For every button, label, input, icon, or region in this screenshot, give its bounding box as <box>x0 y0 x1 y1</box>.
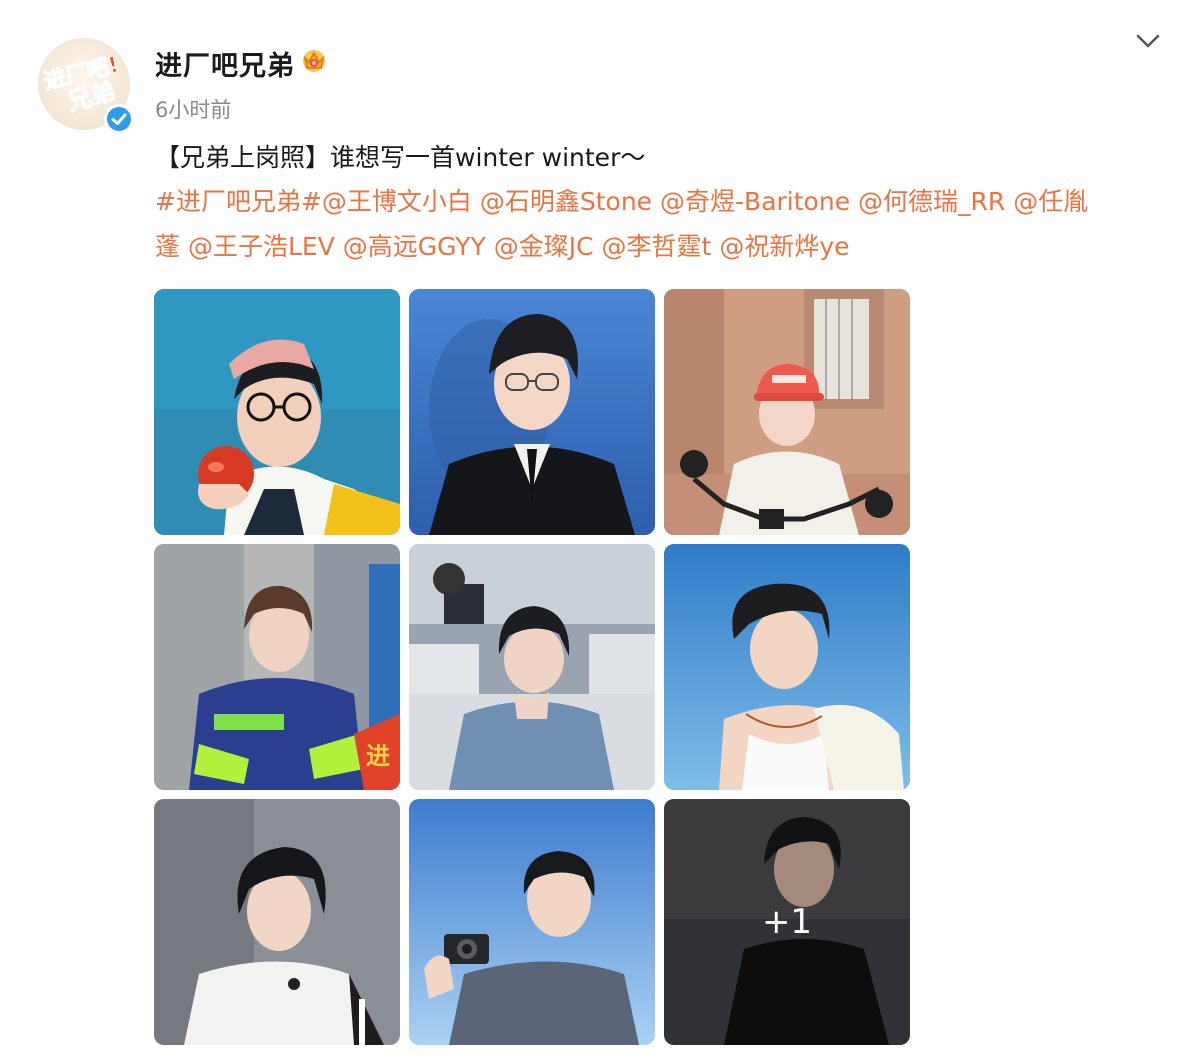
verified-check-icon <box>104 104 134 134</box>
photo-thumbnail[interactable] <box>664 544 910 790</box>
mention-link[interactable]: @石明鑫Stone <box>480 187 652 216</box>
more-photos-count: +1 <box>664 799 910 1045</box>
author-avatar[interactable]: 进厂吧! 兄弟 <box>38 38 134 134</box>
mention-link-continued[interactable]: 蓬 <box>155 232 180 261</box>
mention-link[interactable]: @金璨JC <box>494 232 594 261</box>
photo-thumbnail[interactable] <box>409 289 655 535</box>
mention-link[interactable]: @高远GGYY <box>343 232 486 261</box>
mention-link[interactable]: @李哲霆t <box>602 232 712 261</box>
photo-thumbnail[interactable] <box>409 799 655 1045</box>
mentions-line-2: 蓬 @王子浩LEV @高远GGYY @金璨JC @李哲霆t @祝新烨ye <box>155 232 850 262</box>
post-title: 【兄弟上岗照】谁想写一首winter winter～ <box>155 143 646 172</box>
mention-link[interactable]: @何德瑞_RR <box>858 187 1005 216</box>
mentions-line-1: #进厂吧兄弟#@王博文小白 @石明鑫Stone @奇煜-Baritone @何德… <box>155 187 1088 217</box>
post-time: 6小时前 <box>155 98 232 122</box>
photo-thumbnail[interactable] <box>154 799 400 1045</box>
photo-thumbnail[interactable]: 进 <box>154 544 400 790</box>
photo-thumbnail[interactable] <box>664 289 910 535</box>
svg-text:进: 进 <box>366 742 390 770</box>
mention-link[interactable]: @任胤 <box>1013 187 1088 216</box>
weibo-post-card: 进厂吧! 兄弟 进厂吧兄弟 6小时前 【兄弟上岗照】谁想写一首winter wi… <box>0 0 1200 1057</box>
photo-grid: 进 +1 <box>154 289 910 1045</box>
hashtag-link[interactable]: #进厂吧兄弟# <box>155 187 322 216</box>
mention-link[interactable]: @祝新烨ye <box>719 232 849 261</box>
photo-thumbnail-more[interactable]: +1 <box>664 799 910 1045</box>
photo-thumbnail[interactable] <box>409 544 655 790</box>
mention-link[interactable]: @奇煜-Baritone <box>660 187 850 216</box>
crown-badge-icon <box>298 44 330 76</box>
photo-thumbnail[interactable] <box>154 289 400 535</box>
chevron-down-icon[interactable] <box>1133 30 1163 52</box>
author-name[interactable]: 进厂吧兄弟 <box>155 44 295 83</box>
mention-link[interactable]: @王博文小白 <box>322 187 472 216</box>
mention-link[interactable]: @王子浩LEV <box>188 232 335 261</box>
